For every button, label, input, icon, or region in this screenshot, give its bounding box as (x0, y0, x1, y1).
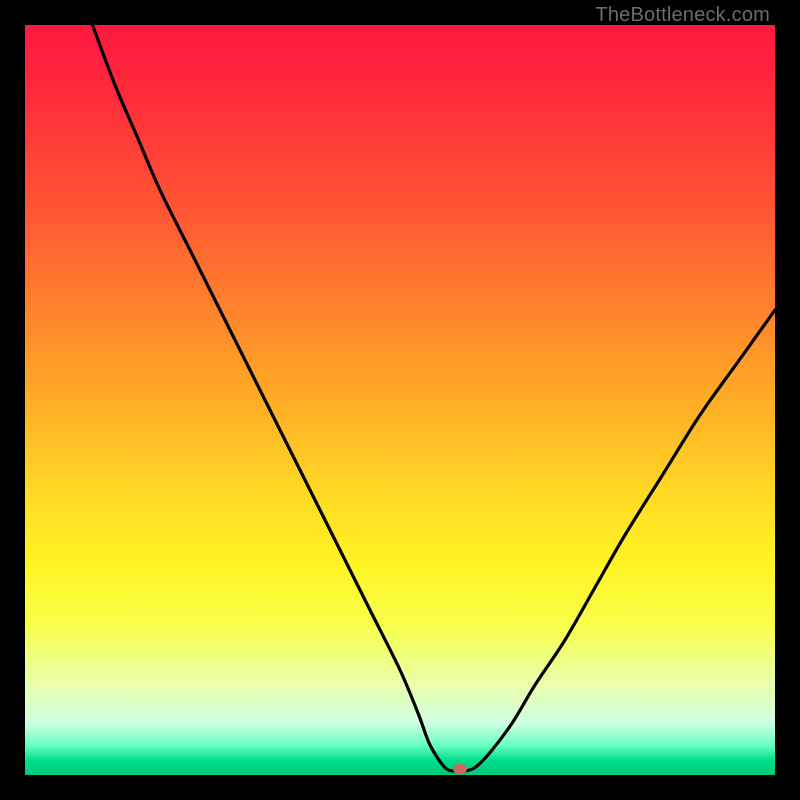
plot-area (25, 25, 775, 775)
bottleneck-curve-svg (25, 25, 775, 775)
chart-frame: TheBottleneck.com (0, 0, 800, 800)
watermark-text: TheBottleneck.com (595, 4, 770, 27)
bottleneck-curve (93, 25, 776, 772)
minimum-marker (453, 764, 467, 775)
